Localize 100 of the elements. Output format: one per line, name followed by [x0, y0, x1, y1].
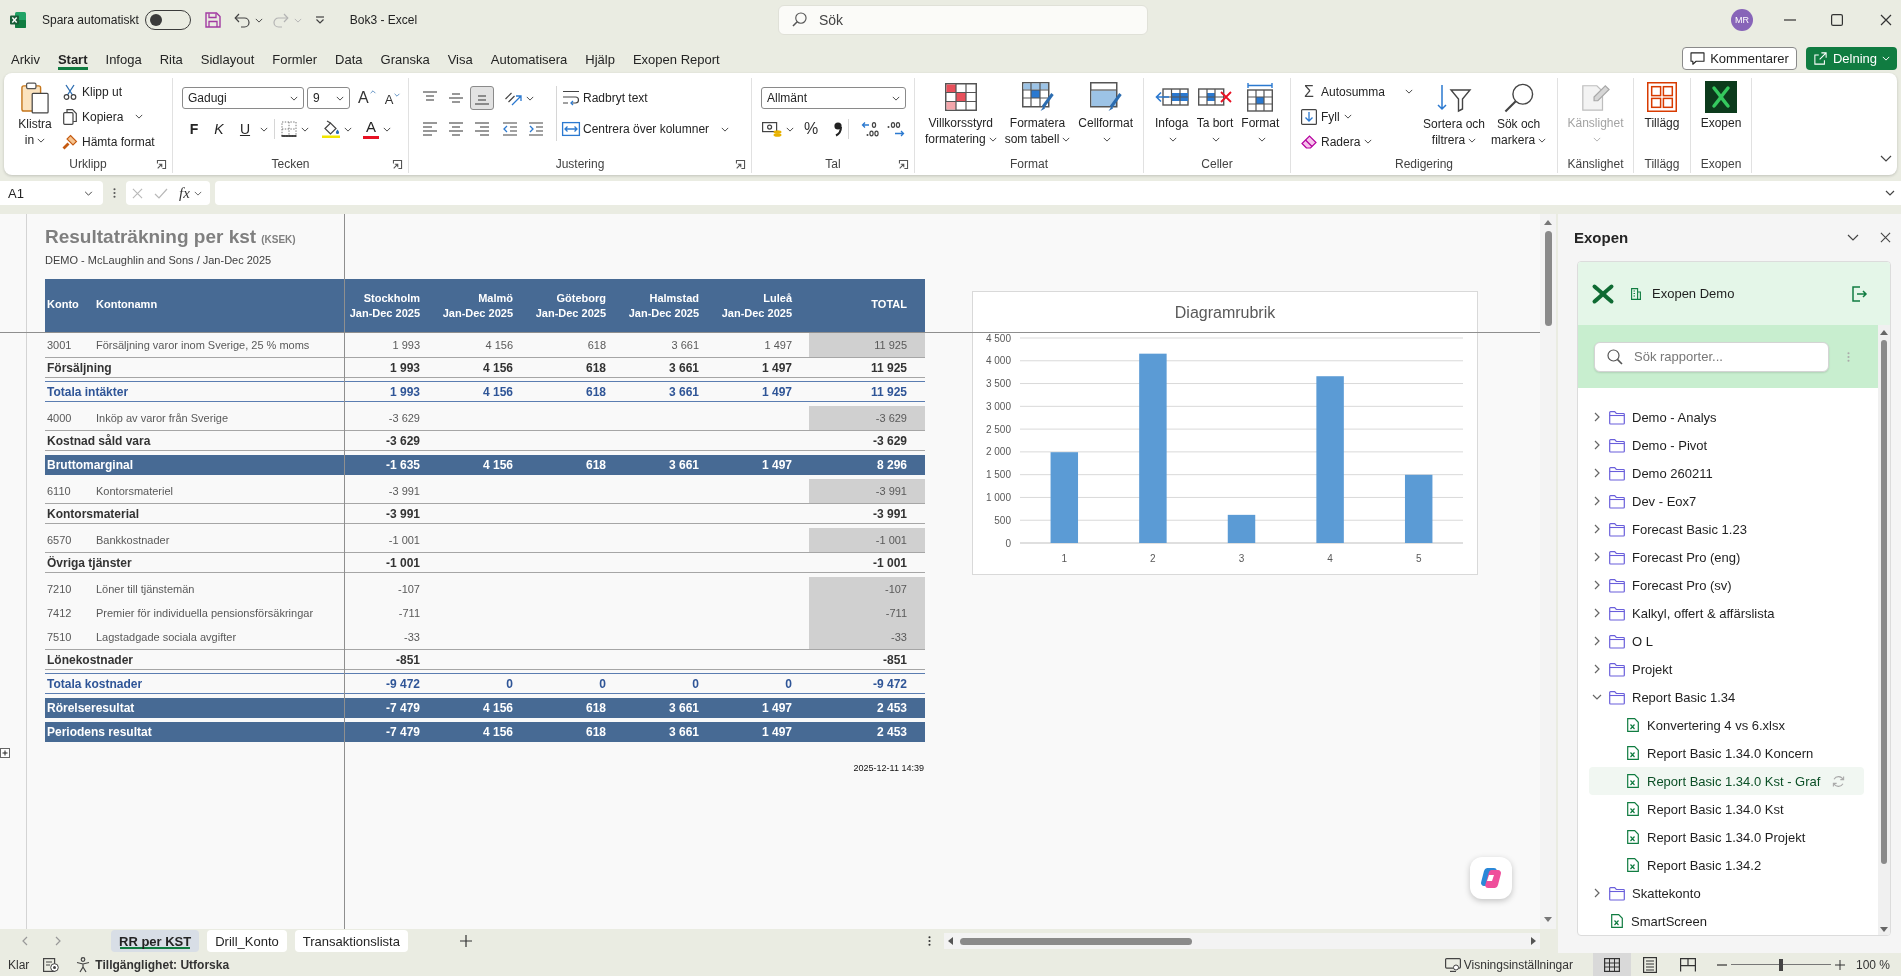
save-icon[interactable] — [204, 12, 221, 28]
scroll-thumb[interactable] — [960, 937, 1192, 945]
file-item[interactable]: SmartScreen — [1589, 907, 1864, 935]
dialog-launcher-icon[interactable] — [157, 159, 166, 169]
user-avatar[interactable]: MR — [1731, 9, 1753, 31]
chevron-right-icon[interactable] — [1594, 440, 1600, 450]
scroll-thumb[interactable] — [1881, 340, 1887, 864]
scroll-right-icon[interactable] — [1531, 937, 1536, 945]
slider-thumb[interactable] — [1778, 958, 1783, 971]
sort-filter-button[interactable]: Sortera och filtrera — [1421, 79, 1488, 148]
folder-item[interactable]: Skattekonto — [1589, 879, 1864, 907]
chevron-right-icon[interactable] — [1594, 636, 1600, 646]
italic-button[interactable]: K — [208, 118, 230, 140]
sign-out-icon[interactable] — [1851, 285, 1867, 302]
sheet-tab[interactable]: Transaktionslista — [294, 930, 408, 952]
caret-icon[interactable] — [1364, 139, 1373, 144]
addin-app-button[interactable]: Exopen — [1698, 78, 1744, 131]
caret-icon[interactable] — [260, 126, 268, 132]
comma-style-icon[interactable] — [834, 122, 843, 136]
scroll-left-icon[interactable] — [948, 937, 953, 945]
delete-cells-button[interactable]: Ta bort — [1194, 78, 1236, 147]
customize-menu-icon[interactable] — [314, 16, 325, 24]
folder-item[interactable]: Forecast Basic 1.23 — [1589, 515, 1864, 543]
cut-button[interactable]: Klipp ut — [62, 80, 123, 103]
search-field[interactable]: Sök rapporter... — [1594, 341, 1829, 372]
comments-button[interactable]: Kommentarer — [1682, 47, 1797, 70]
menu-tab[interactable]: Automatisera — [481, 46, 577, 72]
chevron-right-icon[interactable] — [1594, 664, 1600, 674]
format-as-table-button[interactable]: Formatera som tabell — [1002, 78, 1073, 147]
clear-button[interactable]: Radera — [1301, 130, 1361, 153]
insert-function-button[interactable]: fx — [179, 184, 190, 202]
vertical-scrollbar[interactable] — [1878, 325, 1890, 935]
bold-button[interactable]: F — [183, 118, 205, 140]
scroll-up-icon[interactable] — [1880, 330, 1888, 335]
normal-view-button[interactable] — [1592, 953, 1631, 976]
folder-item[interactable]: Projekt — [1589, 655, 1864, 683]
shrink-font-button[interactable]: A — [382, 87, 403, 109]
spreadsheet-app-icon[interactable] — [10, 12, 26, 28]
chevron-right-icon[interactable] — [1594, 552, 1600, 562]
chevron-right-icon[interactable] — [1594, 608, 1600, 618]
folder-item[interactable]: Demo - Pivot — [1589, 431, 1864, 459]
display-settings-button[interactable]: Visningsinställningar — [1444, 957, 1573, 972]
scroll-down-icon[interactable] — [1544, 917, 1552, 922]
font-size-dropdown[interactable]: 9 — [307, 87, 350, 109]
chevron-down-icon[interactable] — [1592, 694, 1602, 700]
sheet-tab[interactable]: Drill_Konto — [207, 930, 287, 952]
caret-icon[interactable] — [721, 126, 730, 132]
file-item[interactable]: Konvertering 4 vs 6.xlsx — [1589, 711, 1864, 739]
menu-tab[interactable]: Hjälp — [576, 46, 624, 72]
format-cells-button[interactable]: Format — [1239, 78, 1282, 147]
chevron-right-icon[interactable] — [1594, 468, 1600, 478]
cell-styles-button[interactable]: Cellformat — [1076, 78, 1136, 147]
vertical-scrollbar[interactable] — [1540, 214, 1556, 929]
folder-item[interactable]: Forecast Pro (sv) — [1589, 571, 1864, 599]
dialog-launcher-icon[interactable] — [899, 159, 908, 169]
more-options-icon[interactable] — [113, 187, 116, 199]
formula-input[interactable] — [215, 181, 1901, 205]
share-button[interactable]: Delning — [1805, 47, 1897, 70]
folder-item[interactable]: Demo - Analys — [1589, 403, 1864, 431]
align-bottom-button[interactable] — [470, 86, 494, 110]
plus-icon[interactable] — [1834, 959, 1845, 970]
chevron-right-icon[interactable] — [1594, 524, 1600, 534]
chevron-right-icon[interactable] — [1594, 888, 1600, 898]
menu-tab[interactable]: Data — [326, 46, 372, 72]
expand-caret-icon[interactable] — [1885, 190, 1895, 196]
menu-tab[interactable]: Visa — [438, 46, 482, 72]
floating-assistant-button[interactable] — [1470, 857, 1512, 899]
folder-item[interactable]: Report Basic 1.34 — [1589, 683, 1864, 711]
caret-icon[interactable] — [786, 126, 794, 132]
font-color-button[interactable]: A — [363, 119, 379, 139]
borders-icon[interactable] — [281, 121, 297, 137]
sheet-tab[interactable]: RR per KST — [111, 930, 200, 952]
dialog-launcher-icon[interactable] — [736, 159, 745, 169]
chevron-right-icon[interactable] — [1594, 580, 1600, 590]
close-icon[interactable] — [1880, 232, 1891, 243]
menu-tab[interactable]: Sidlayout — [191, 46, 264, 72]
currency-icon[interactable] — [762, 121, 782, 137]
decrease-indent-icon[interactable] — [502, 122, 518, 136]
dialog-launcher-icon[interactable] — [393, 159, 402, 169]
autosum-button[interactable]: Σ Autosumma — [1301, 80, 1386, 103]
caret-icon[interactable] — [1343, 114, 1352, 119]
conditional-formatting-button[interactable]: Villkorsstyrd formatering — [922, 78, 999, 147]
horizontal-scrollbar[interactable] — [944, 933, 1540, 949]
check-icon[interactable] — [154, 187, 168, 199]
scroll-down-icon[interactable] — [1880, 927, 1888, 932]
undo-icon[interactable] — [233, 12, 250, 28]
name-box[interactable]: A1 — [0, 181, 103, 205]
caret-icon[interactable] — [1405, 89, 1414, 94]
caret-icon[interactable] — [254, 17, 263, 23]
find-select-button[interactable]: Sök och markera — [1489, 79, 1549, 148]
chevron-down-icon[interactable] — [1847, 234, 1859, 241]
add-ins-button[interactable]: Tillägg — [1642, 78, 1682, 131]
merge-center-button[interactable]: Centrera över kolumner — [563, 118, 710, 140]
format-painter-button[interactable]: Hämta format — [62, 130, 155, 153]
folder-item[interactable]: O L — [1589, 627, 1864, 655]
text-angle-icon[interactable] — [504, 90, 522, 106]
plus-icon[interactable] — [459, 935, 472, 947]
expand-outline-icon[interactable] — [0, 748, 10, 758]
menu-tab[interactable]: Arkiv — [2, 46, 49, 72]
file-item[interactable]: Report Basic 1.34.0 Kst - Graf — [1589, 767, 1864, 795]
